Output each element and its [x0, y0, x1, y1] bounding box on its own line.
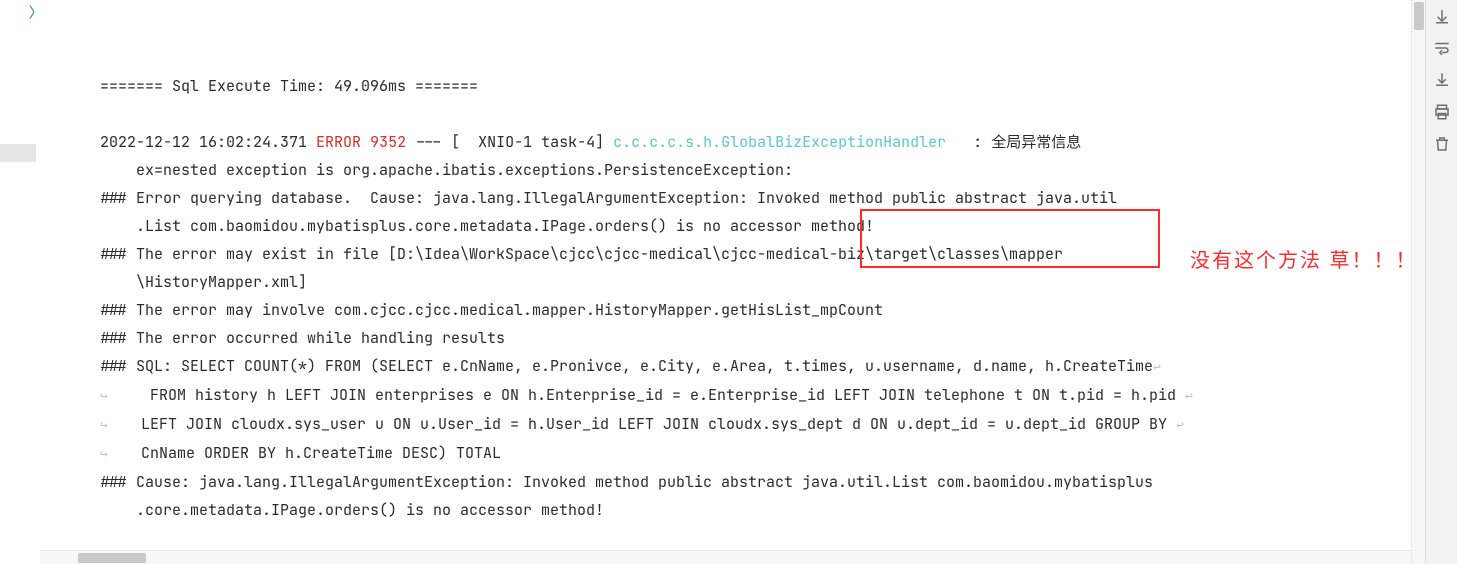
- left-gutter: ⟩: [0, 0, 40, 564]
- log-text-7a: ### SQL: SELECT COUNT(*) FROM (SELECT e.…: [100, 356, 1153, 376]
- log-line-4b: \HistoryMapper.xml]: [100, 272, 307, 292]
- log-colon: :: [946, 132, 991, 152]
- print-icon: [1433, 103, 1451, 121]
- wrap-icon: ↪: [100, 382, 114, 410]
- clear-button[interactable]: [1432, 134, 1452, 154]
- vertical-scrollbar[interactable]: [1411, 0, 1425, 564]
- annotation-text: 没有这个方法 草！！！: [1190, 244, 1411, 273]
- collapse-nav-icon[interactable]: ⟩: [28, 4, 40, 22]
- log-blank-2: [100, 528, 109, 548]
- log-line-head: 2022-12-12 16:02:24.371 ERROR 9352 --- […: [100, 132, 1081, 152]
- log-line-7c: ↪ LEFT JOIN cloudx.sys_user u ON u.User_…: [100, 414, 1184, 434]
- log-logger: c.c.c.c.s.h.GlobalBizExceptionHandler: [613, 132, 946, 152]
- arrow-down-icon: [1433, 7, 1451, 25]
- log-line-4: ### The error may exist in file [D:\Idea…: [100, 244, 1063, 264]
- log-line-3: ### Error querying database. Cause: java…: [100, 188, 1117, 208]
- left-selection-band: [0, 144, 36, 162]
- log-line-5: ### The error may involve com.cjcc.cjcc.…: [100, 300, 883, 320]
- wrap-icon: ↩: [1153, 358, 1161, 375]
- log-dash: ---: [415, 132, 442, 152]
- console-log-area[interactable]: ======= Sql Execute Time: 49.096ms =====…: [40, 0, 1411, 564]
- wrap-icon: ↩: [1176, 416, 1184, 433]
- wrap-icon: ↩: [1185, 387, 1193, 404]
- scroll-to-end-button[interactable]: [1432, 6, 1452, 26]
- log-level: ERROR: [316, 132, 361, 152]
- soft-wrap-button[interactable]: [1432, 38, 1452, 58]
- log-line-7b: ↪ FROM history h LEFT JOIN enterprises e…: [100, 385, 1193, 405]
- wrap-icon: [1433, 39, 1451, 57]
- trash-icon: [1433, 135, 1451, 153]
- log-thread: [ XNIO-1 task-4]: [451, 132, 604, 152]
- log-blank-1: [100, 104, 109, 124]
- log-line-7a: ### SQL: SELECT COUNT(*) FROM (SELECT e.…: [100, 356, 1161, 376]
- log-msg-head: 全局异常信息: [991, 132, 1081, 152]
- download-button[interactable]: [1432, 70, 1452, 90]
- print-button[interactable]: [1432, 102, 1452, 122]
- log-content: ======= Sql Execute Time: 49.096ms =====…: [100, 44, 1379, 564]
- log-pid: 9352: [370, 132, 406, 152]
- horizontal-scrollbar[interactable]: [40, 550, 1411, 564]
- wrap-icon: ↪: [100, 411, 114, 439]
- log-line-ex: ex=nested exception is org.apache.ibatis…: [100, 160, 793, 180]
- log-timestamp: 2022-12-12 16:02:24.371: [100, 132, 307, 152]
- log-line-8b: .core.metadata.IPage.orders() is no acce…: [100, 500, 604, 520]
- log-line-8: ### Cause: java.lang.IllegalArgumentExce…: [100, 472, 1153, 492]
- log-line-3b: .List com.baomidou.mybatisplus.core.meta…: [100, 216, 874, 236]
- log-line-6: ### The error occurred while handling re…: [100, 328, 505, 348]
- wrap-icon: ↪: [100, 440, 114, 468]
- vertical-scrollbar-thumb[interactable]: [1414, 2, 1424, 30]
- log-text-7b: FROM history h LEFT JOIN enterprises e O…: [114, 385, 1185, 405]
- download-icon: [1433, 71, 1451, 89]
- console-toolbar: [1425, 0, 1457, 564]
- log-line-sql-time: ======= Sql Execute Time: 49.096ms =====…: [100, 76, 478, 96]
- horizontal-scrollbar-thumb[interactable]: [78, 553, 146, 563]
- log-text-7c: LEFT JOIN cloudx.sys_user u ON u.User_id…: [114, 414, 1176, 434]
- log-text-7d: CnName ORDER BY h.CreateTime DESC) TOTAL: [114, 443, 501, 463]
- log-line-7d: ↪ CnName ORDER BY h.CreateTime DESC) TOT…: [100, 443, 501, 463]
